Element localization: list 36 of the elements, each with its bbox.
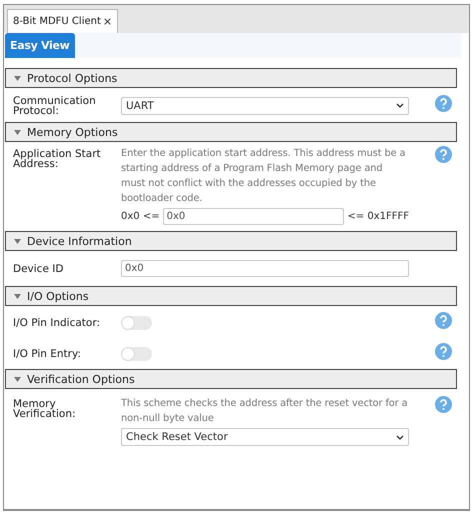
section-header[interactable]: Device Information bbox=[5, 231, 457, 251]
input-field[interactable]: 0x0 bbox=[121, 260, 409, 277]
input-field[interactable]: 0x0 bbox=[162, 208, 344, 225]
field-label: I/O Pin Indicator: bbox=[12, 318, 101, 328]
field-label: Memory Verification: bbox=[12, 397, 77, 419]
collapse-triangle-icon bbox=[14, 376, 21, 382]
close-icon[interactable]: × bbox=[102, 15, 112, 28]
min-label: 0x0 <= bbox=[121, 211, 160, 222]
field-label: I/O Pin Entry: bbox=[12, 348, 82, 358]
section-header[interactable]: Protocol Options bbox=[5, 68, 457, 88]
description-text: This scheme checks the address after the reset vector for a non-null byte value bbox=[121, 397, 409, 426]
help-icon[interactable] bbox=[435, 343, 452, 360]
collapse-triangle-icon bbox=[14, 76, 21, 80]
caret-icon bbox=[396, 103, 404, 108]
section-header[interactable]: Verification Options bbox=[5, 369, 457, 389]
field-label: Application Start Address: bbox=[12, 147, 102, 169]
section-header[interactable]: I/O Options bbox=[5, 286, 457, 306]
collapse-triangle-icon bbox=[14, 130, 21, 134]
document-tab[interactable]: 8-Bit MDFU Client × bbox=[7, 9, 118, 33]
view-tab[interactable]: Easy View bbox=[5, 33, 74, 58]
help-icon[interactable] bbox=[435, 95, 452, 112]
description-text: Enter the application start address. This address must be a starting address of a Program Flash Memory page and must not conflict with the addresses occupied by the bootloader code. bbox=[121, 147, 406, 206]
toggle-switch[interactable] bbox=[121, 316, 152, 330]
section-header[interactable]: Memory Options bbox=[5, 122, 457, 142]
help-icon[interactable] bbox=[435, 312, 452, 329]
caret-icon bbox=[396, 434, 404, 440]
collapse-triangle-icon bbox=[14, 238, 21, 244]
help-icon[interactable] bbox=[435, 396, 452, 413]
help-icon[interactable] bbox=[435, 146, 452, 163]
toggle-switch[interactable] bbox=[121, 346, 152, 360]
field-label: Device ID bbox=[12, 264, 64, 274]
collapse-triangle-icon bbox=[14, 294, 21, 298]
dropdown[interactable]: Check Reset Vector bbox=[121, 428, 409, 446]
field-label: Communication Protocol: bbox=[12, 96, 97, 116]
dropdown[interactable]: UART bbox=[121, 96, 409, 114]
max-label: <= 0x1FFFF bbox=[347, 211, 409, 222]
